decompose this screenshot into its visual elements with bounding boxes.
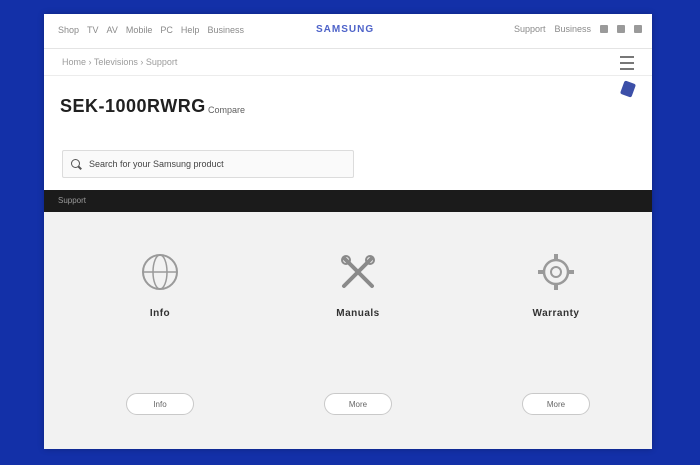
gear-icon: [536, 252, 576, 292]
card-button[interactable]: More: [324, 393, 392, 415]
top-nav-item[interactable]: AV: [107, 25, 118, 35]
support-cards: Info Info Manuals More Warranty More: [44, 212, 652, 449]
card-title: Info: [149, 308, 171, 319]
card-title: Warranty: [532, 308, 580, 319]
top-nav-item[interactable]: PC: [160, 25, 173, 35]
top-nav-right-item[interactable]: Business: [554, 24, 591, 34]
breadcrumb-bar: Home › Televisions › Support: [44, 49, 652, 76]
top-nav-right-item[interactable]: Support: [514, 24, 546, 34]
section-band: Support: [44, 190, 652, 212]
support-card-manuals: Manuals More: [248, 212, 448, 449]
card-button[interactable]: Info: [126, 393, 194, 415]
tools-icon: [338, 252, 378, 292]
breadcrumb[interactable]: Home › Televisions › Support: [62, 57, 177, 67]
search-icon[interactable]: [600, 25, 608, 33]
support-card-info: Info Info: [50, 212, 250, 449]
browser-window: Shop TV AV Mobile PC Help Business SAMSU…: [44, 14, 652, 449]
top-nav-right: Support Business: [514, 24, 642, 34]
section-band-label: Support: [58, 196, 87, 205]
brand-logo[interactable]: SAMSUNG: [316, 24, 374, 35]
compare-link[interactable]: Compare: [208, 105, 245, 115]
top-navigation: Shop TV AV Mobile PC Help Business SAMSU…: [44, 14, 652, 49]
pencil-icon[interactable]: [619, 80, 637, 98]
page-title: SEK-1000RWRG: [60, 96, 206, 116]
card-button[interactable]: More: [522, 393, 590, 415]
menu-icon[interactable]: [620, 56, 634, 70]
top-nav-item[interactable]: TV: [87, 25, 99, 35]
cart-icon[interactable]: [617, 25, 625, 33]
top-nav-item[interactable]: Shop: [58, 25, 79, 35]
top-nav-item[interactable]: Help: [181, 25, 200, 35]
support-card-warranty: Warranty More: [446, 212, 646, 449]
globe-icon: [140, 252, 180, 292]
top-nav-item[interactable]: Business: [207, 25, 244, 35]
search-icon: [71, 159, 80, 168]
search-box[interactable]: [62, 150, 354, 178]
search-input[interactable]: [87, 156, 346, 172]
user-icon[interactable]: [634, 25, 642, 33]
top-nav-item[interactable]: Mobile: [126, 25, 153, 35]
card-title: Manuals: [336, 308, 380, 319]
top-nav-left: Shop TV AV Mobile PC Help Business: [58, 25, 244, 35]
